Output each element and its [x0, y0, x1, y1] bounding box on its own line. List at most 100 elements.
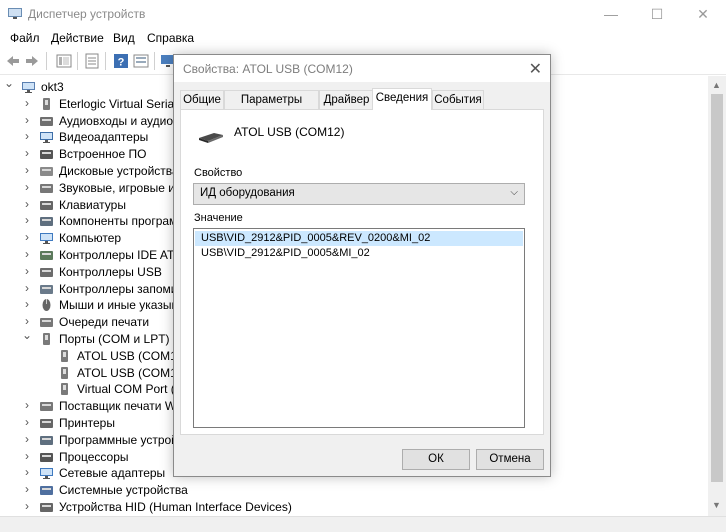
horizontal-scrollbar[interactable]	[0, 516, 726, 532]
collapsed-chevron-icon[interactable]: ›	[22, 466, 32, 478]
ok-button[interactable]: ОК	[402, 449, 470, 470]
collapsed-chevron-icon[interactable]: ›	[22, 450, 32, 462]
dialog-titlebar: Свойства: ATOL USB (COM12) ✕	[174, 55, 550, 82]
computer-icon	[22, 82, 35, 93]
print-provider-icon	[40, 402, 53, 412]
close-button[interactable]: ✕	[680, 0, 726, 28]
collapsed-chevron-icon[interactable]: ›	[22, 248, 32, 260]
property-dropdown-value: ИД оборудования	[200, 187, 295, 199]
tree-item-label: ATOL USB (COM12)	[77, 348, 188, 363]
vertical-scrollbar[interactable]: ▲ ▼	[708, 76, 726, 516]
collapsed-chevron-icon[interactable]: ›	[22, 433, 32, 445]
device-manager-icon	[8, 8, 22, 19]
port-icon	[61, 366, 68, 379]
toolbar-separator	[105, 52, 106, 70]
tree-item-label: Компьютер	[59, 231, 122, 246]
hid-icon	[40, 503, 53, 512]
port-icon	[43, 97, 50, 110]
ide-icon	[40, 251, 53, 260]
collapsed-chevron-icon[interactable]: ›	[22, 114, 32, 126]
value-listbox[interactable]: USB\VID_2912&PID_0005&REV_0200&MI_02 USB…	[193, 228, 525, 428]
collapsed-chevron-icon[interactable]: ›	[22, 500, 32, 512]
list-item[interactable]: USB\VID_2912&PID_0005&REV_0200&MI_02	[195, 231, 523, 246]
property-label: Свойство	[194, 167, 243, 179]
collapsed-chevron-icon[interactable]: ›	[22, 147, 32, 159]
expanded-chevron-icon[interactable]: ⌄	[4, 77, 14, 89]
tree-item-label: Порты (COM и LPT)	[59, 332, 170, 346]
tree-item-label: Процессоры	[59, 449, 129, 464]
collapsed-chevron-icon[interactable]: ›	[22, 181, 32, 193]
dialog-close-icon[interactable]: ✕	[529, 59, 542, 79]
tab-driver[interactable]: Драйвер	[319, 90, 374, 109]
toolbar-separator	[154, 52, 155, 70]
disk-icon	[40, 167, 53, 176]
collapsed-chevron-icon[interactable]: ›	[22, 198, 32, 210]
tree-item-label: Компоненты программ	[59, 214, 186, 229]
collapsed-chevron-icon[interactable]: ›	[22, 315, 32, 327]
collapsed-chevron-icon[interactable]: ›	[22, 214, 32, 226]
tree-item-label: okt3	[41, 80, 64, 94]
list-item-text: USB\VID_2912&PID_0005&REV_0200&MI_02	[201, 232, 431, 244]
list-item-text: USB\VID_2912&PID_0005&MI_02	[201, 247, 370, 259]
toolbar-separator	[77, 52, 78, 70]
collapsed-chevron-icon[interactable]: ›	[22, 483, 32, 495]
port-icon	[61, 383, 68, 396]
tree-item[interactable]: › Устройства HID (Human Interface Devices…	[0, 499, 292, 516]
mouse-icon	[42, 299, 51, 312]
components-icon	[40, 217, 53, 227]
tree-item-label: Контроллеры запомин	[59, 281, 185, 296]
collapsed-chevron-icon[interactable]: ›	[22, 231, 32, 243]
scroll-down-icon[interactable]: ▼	[712, 500, 721, 510]
expanded-chevron-icon[interactable]: ⌄	[22, 329, 32, 341]
tree-item-label: Очереди печати	[59, 315, 150, 330]
scroll-up-icon[interactable]: ▲	[712, 80, 721, 90]
menu-view[interactable]: Вид	[113, 31, 135, 45]
details-icon[interactable]	[133, 53, 149, 69]
value-label: Значение	[194, 212, 243, 224]
menu-action[interactable]: Действие	[51, 31, 104, 45]
menu-help[interactable]: Справка	[147, 31, 194, 45]
maximize-button[interactable]: ☐	[634, 0, 680, 28]
collapsed-chevron-icon[interactable]: ›	[22, 298, 32, 310]
forward-arrow-icon[interactable]	[24, 53, 40, 69]
collapsed-chevron-icon[interactable]: ›	[22, 416, 32, 428]
storage-icon	[40, 284, 53, 294]
collapsed-chevron-icon[interactable]: ›	[22, 282, 32, 294]
property-dropdown[interactable]: ИД оборудования ⌵	[193, 183, 525, 205]
tab-events[interactable]: События	[432, 90, 484, 109]
properties-icon[interactable]	[84, 53, 100, 69]
tree-item-label: Virtual COM Port (C	[77, 382, 184, 397]
tab-details[interactable]: Сведения	[372, 88, 432, 110]
device-name: ATOL USB (COM12)	[234, 125, 345, 139]
tree-item-label: Eterlogic Virtual Serial P	[59, 96, 189, 111]
collapsed-chevron-icon[interactable]: ›	[22, 399, 32, 411]
scroll-thumb[interactable]	[711, 94, 723, 482]
cancel-button[interactable]: Отмена	[476, 449, 544, 470]
tab-port-settings[interactable]: Параметры порта	[224, 90, 319, 124]
tab-general[interactable]: Общие	[180, 90, 224, 109]
collapsed-chevron-icon[interactable]: ›	[22, 265, 32, 277]
system-icon	[40, 486, 53, 496]
print-queue-icon	[40, 318, 53, 328]
list-item[interactable]: USB\VID_2912&PID_0005&MI_02	[195, 246, 523, 261]
monitor-icon	[40, 233, 53, 245]
tree-item-label: Поставщик печати WS	[59, 399, 185, 414]
network-icon	[40, 468, 53, 480]
collapsed-chevron-icon[interactable]: ›	[22, 164, 32, 176]
audio-icon	[40, 116, 53, 126]
properties-dialog: Свойства: ATOL USB (COM12) ✕ Общие Парам…	[173, 54, 551, 477]
keyboard-icon	[40, 200, 53, 210]
sound-icon	[40, 183, 53, 193]
collapsed-chevron-icon[interactable]: ›	[22, 130, 32, 142]
tree-item-label: Принтеры	[59, 416, 115, 430]
collapsed-chevron-icon[interactable]: ›	[22, 97, 32, 109]
menu-file[interactable]: Файл	[10, 31, 40, 45]
help-icon[interactable]: ?	[113, 53, 129, 69]
firmware-icon	[40, 150, 53, 160]
tree-view-icon[interactable]	[56, 53, 72, 69]
minimize-button[interactable]: —	[588, 0, 634, 28]
back-arrow-icon[interactable]	[5, 53, 21, 69]
tree-item[interactable]: › Системные устройства	[0, 482, 290, 499]
tree-item-label: Устройства HID (Human Interface Devices)	[59, 500, 292, 514]
menu-bar: Файл Действие Вид Справка	[0, 28, 726, 48]
